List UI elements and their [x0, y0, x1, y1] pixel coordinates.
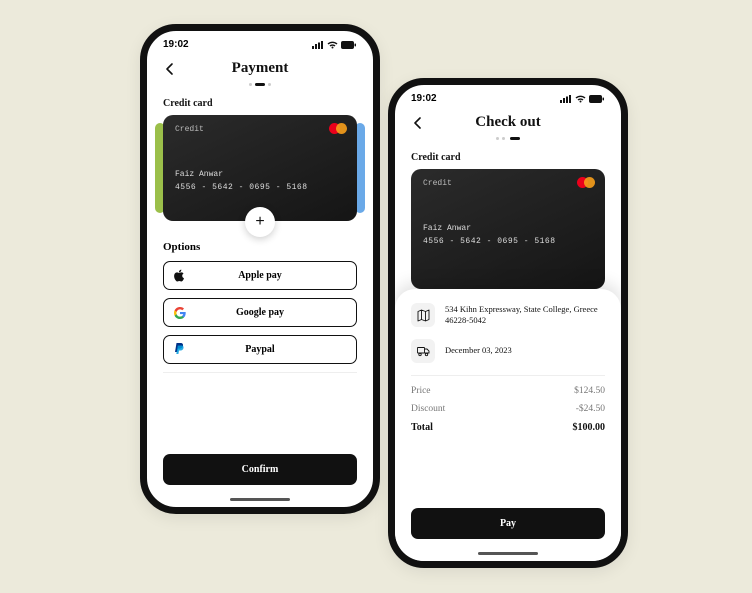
status-bar: 19:02	[147, 31, 373, 54]
address-row[interactable]: 534 Kihn Expressway, State College, Gree…	[411, 303, 605, 327]
pay-button[interactable]: Pay	[411, 508, 605, 539]
paypal-button[interactable]: Paypal	[163, 335, 357, 364]
home-indicator	[478, 552, 538, 555]
wifi-icon	[327, 41, 338, 49]
google-pay-button[interactable]: Google pay	[163, 298, 357, 327]
apple-pay-button[interactable]: Apple pay	[163, 261, 357, 290]
section-credit-card: Credit card	[147, 86, 373, 115]
page-title: Payment	[232, 60, 289, 77]
card-number: 4556 - 5642 - 0695 - 5168	[175, 183, 345, 192]
options-section: Options Apple pay Google pay Paypal	[147, 223, 373, 389]
home-indicator	[230, 498, 290, 501]
apple-pay-label: Apple pay	[238, 270, 282, 281]
status-icons	[560, 95, 605, 103]
price-label: Price	[411, 386, 431, 396]
discount-row: Discount -$24.50	[411, 404, 605, 414]
card-label: Credit	[175, 125, 345, 134]
status-bar: 19:02	[395, 85, 621, 108]
credit-card: Credit Faiz Anwar 4556 - 5642 - 0695 - 5…	[411, 169, 605, 289]
card-label: Credit	[423, 179, 593, 188]
card-holder-name: Faiz Anwar	[175, 170, 345, 179]
apple-icon	[174, 269, 185, 282]
card-number: 4556 - 5642 - 0695 - 5168	[423, 237, 593, 246]
battery-icon	[589, 95, 605, 103]
map-icon	[411, 303, 435, 327]
add-card-button[interactable]: +	[245, 207, 275, 237]
signal-icon	[560, 95, 572, 103]
divider	[163, 372, 357, 373]
mastercard-icon	[329, 123, 347, 134]
header: Check out	[395, 108, 621, 133]
credit-card[interactable]: Credit Faiz Anwar 4556 - 5642 - 0695 - 5…	[163, 115, 357, 221]
card-display: Credit Faiz Anwar 4556 - 5642 - 0695 - 5…	[395, 169, 621, 287]
price-row: Price $124.50	[411, 386, 605, 396]
signal-icon	[312, 41, 324, 49]
checkout-sheet: 534 Kihn Expressway, State College, Gree…	[395, 289, 621, 561]
google-icon	[174, 307, 186, 319]
phone-checkout: 19:02 Check out Credit card Credit Faiz …	[388, 78, 628, 568]
back-icon[interactable]	[163, 62, 177, 81]
card-carousel[interactable]: Credit Faiz Anwar 4556 - 5642 - 0695 - 5…	[147, 115, 373, 223]
section-credit-card: Credit card	[395, 140, 621, 169]
price-value: $124.50	[574, 386, 605, 396]
divider	[411, 375, 605, 376]
paypal-icon	[174, 343, 185, 356]
date-row[interactable]: December 03, 2023	[411, 339, 605, 363]
paypal-label: Paypal	[245, 344, 274, 355]
status-time: 19:02	[163, 39, 189, 50]
discount-label: Discount	[411, 404, 445, 414]
total-label: Total	[411, 422, 433, 433]
phone-payment: 19:02 Payment Credit card Credit Faiz An…	[140, 24, 380, 514]
battery-icon	[341, 41, 357, 49]
confirm-button[interactable]: Confirm	[163, 454, 357, 485]
total-row: Total $100.00	[411, 422, 605, 433]
card-holder-name: Faiz Anwar	[423, 224, 593, 233]
truck-icon	[411, 339, 435, 363]
address-text: 534 Kihn Expressway, State College, Gree…	[445, 304, 605, 327]
discount-value: -$24.50	[576, 404, 605, 414]
page-title: Check out	[475, 114, 540, 131]
status-icons	[312, 41, 357, 49]
date-text: December 03, 2023	[445, 345, 512, 356]
options-title: Options	[163, 241, 357, 253]
total-value: $100.00	[573, 422, 606, 433]
status-time: 19:02	[411, 93, 437, 104]
google-pay-label: Google pay	[236, 307, 284, 318]
back-icon[interactable]	[411, 116, 425, 135]
mastercard-icon	[577, 177, 595, 188]
header: Payment	[147, 54, 373, 79]
wifi-icon	[575, 95, 586, 103]
